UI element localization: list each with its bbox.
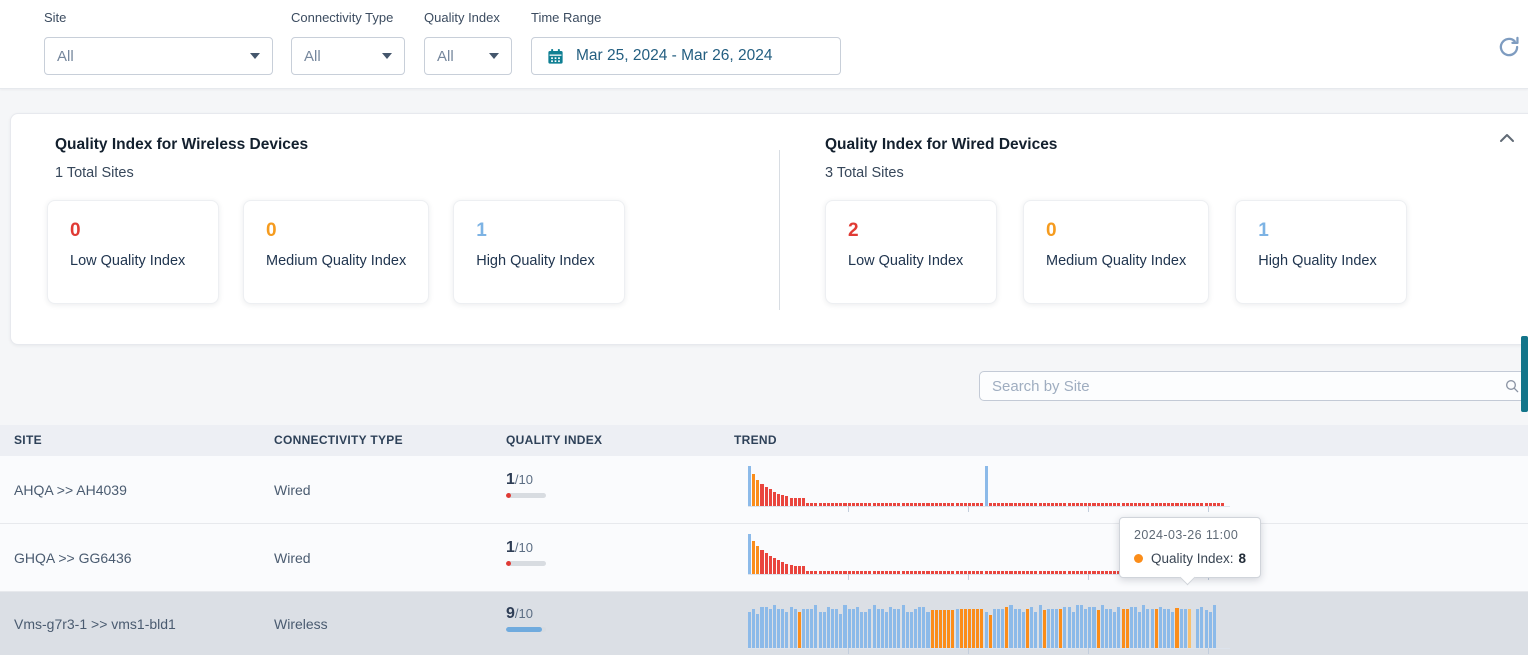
quality-value: 1: [506, 539, 515, 556]
quality-progress-track: [506, 561, 546, 566]
connectivity-cell: Wireless: [274, 592, 328, 655]
wireless-low-value: 0: [70, 221, 196, 240]
table-toolbar: [0, 345, 1528, 425]
quality-max: /10: [515, 606, 533, 621]
site-filter-select[interactable]: All: [44, 37, 273, 75]
wireless-high-value: 1: [476, 221, 602, 240]
chevron-up-icon[interactable]: [1495, 126, 1519, 150]
table-header: SITE CONNECTIVITY TYPE QUALITY INDEX TRE…: [0, 425, 1528, 456]
series-dot-icon: [1134, 554, 1143, 563]
quality-cell: 1/10: [506, 539, 546, 566]
connectivity-filter-value: All: [304, 48, 321, 65]
wireless-total-sites: 1 Total Sites: [55, 165, 134, 181]
tooltip-label: Quality Index:: [1151, 551, 1234, 566]
quality-filter-value: All: [437, 48, 454, 65]
wireless-cards: 0 Low Quality Index 0 Medium Quality Ind…: [47, 200, 625, 304]
vertical-scrollbar[interactable]: [1521, 336, 1528, 412]
tooltip-timestamp: 2024-03-26 11:00: [1134, 528, 1246, 542]
column-header-connectivity[interactable]: CONNECTIVITY TYPE: [274, 425, 403, 456]
wired-low-value: 2: [848, 221, 974, 240]
wireless-low-card[interactable]: 0 Low Quality Index: [47, 200, 219, 304]
filter-bar: Site All Connectivity Type All Quality I…: [0, 0, 1528, 89]
quality-progress-fill: [506, 561, 511, 566]
table-row[interactable]: AHQA >> AH4039 Wired 1/10: [0, 456, 1528, 524]
site-filter-label: Site: [44, 10, 66, 25]
connectivity-cell: Wired: [274, 524, 311, 591]
site-cell: Vms-g7r3-1 >> vms1-bld1: [14, 592, 176, 655]
dropdown-caret-icon: [382, 53, 392, 59]
trend-sparkline[interactable]: [748, 467, 1230, 507]
time-range-value: Mar 25, 2024 - Mar 26, 2024: [576, 47, 772, 65]
quality-cell: 1/10: [506, 471, 546, 498]
quality-progress-fill: [506, 493, 511, 498]
quality-index-dashboard: Site All Connectivity Type All Quality I…: [0, 0, 1528, 655]
table-row[interactable]: GHQA >> GG6436 Wired 1/10: [0, 524, 1528, 592]
calendar-icon: [546, 47, 565, 66]
column-header-trend[interactable]: TREND: [734, 425, 777, 456]
connectivity-cell: Wired: [274, 456, 311, 523]
column-header-quality[interactable]: QUALITY INDEX: [506, 425, 602, 456]
chart-tooltip: 2024-03-26 11:00 Quality Index: 8: [1119, 517, 1261, 578]
quality-progress-fill: [506, 627, 542, 632]
wired-high-card[interactable]: 1 High Quality Index: [1235, 200, 1407, 304]
wired-low-label: Low Quality Index: [848, 253, 974, 269]
quality-progress-track: [506, 493, 546, 498]
search-icon[interactable]: [1504, 378, 1520, 394]
wireless-high-label: High Quality Index: [476, 253, 602, 269]
wired-high-label: High Quality Index: [1258, 253, 1384, 269]
connectivity-filter-select[interactable]: All: [291, 37, 405, 75]
wired-section-title: Quality Index for Wired Devices: [825, 136, 1057, 154]
wireless-medium-value: 0: [266, 221, 406, 240]
quality-filter-select[interactable]: All: [424, 37, 512, 75]
quality-max: /10: [515, 540, 533, 555]
wireless-medium-card[interactable]: 0 Medium Quality Index: [243, 200, 429, 304]
site-filter-value: All: [57, 48, 74, 65]
quality-summary-panel: Quality Index for Wireless Devices 1 Tot…: [10, 113, 1528, 345]
trend-sparkline[interactable]: [748, 606, 1230, 649]
search-input[interactable]: [979, 371, 1528, 401]
site-cell: AHQA >> AH4039: [14, 456, 127, 523]
quality-value: 1: [506, 471, 515, 488]
quality-cell: 9/10: [506, 605, 546, 632]
wired-cards: 2 Low Quality Index 0 Medium Quality Ind…: [825, 200, 1407, 304]
dropdown-caret-icon: [250, 53, 260, 59]
refresh-icon[interactable]: [1496, 34, 1522, 60]
wired-total-sites: 3 Total Sites: [825, 165, 904, 181]
wired-medium-value: 0: [1046, 221, 1186, 240]
time-range-picker[interactable]: Mar 25, 2024 - Mar 26, 2024: [531, 37, 841, 75]
wireless-section-title: Quality Index for Wireless Devices: [55, 136, 308, 154]
time-range-label: Time Range: [531, 10, 601, 25]
wired-medium-label: Medium Quality Index: [1046, 253, 1186, 269]
connectivity-filter-label: Connectivity Type: [291, 10, 393, 25]
table-row[interactable]: Vms-g7r3-1 >> vms1-bld1 Wireless 9/10: [0, 592, 1528, 655]
wireless-high-card[interactable]: 1 High Quality Index: [453, 200, 625, 304]
wireless-medium-label: Medium Quality Index: [266, 253, 406, 269]
search-wrap: [979, 371, 1528, 401]
column-header-site[interactable]: SITE: [14, 425, 42, 456]
dropdown-caret-icon: [489, 53, 499, 59]
quality-progress-track: [506, 627, 546, 632]
quality-max: /10: [515, 472, 533, 487]
wired-low-card[interactable]: 2 Low Quality Index: [825, 200, 997, 304]
quality-filter-label: Quality Index: [424, 10, 500, 25]
tooltip-value: 8: [1239, 551, 1247, 566]
wired-high-value: 1: [1258, 221, 1384, 240]
wired-medium-card[interactable]: 0 Medium Quality Index: [1023, 200, 1209, 304]
site-cell: GHQA >> GG6436: [14, 524, 132, 591]
quality-value: 9: [506, 605, 515, 622]
section-divider: [779, 150, 780, 310]
wireless-low-label: Low Quality Index: [70, 253, 196, 269]
tooltip-value-line: Quality Index: 8: [1134, 551, 1246, 566]
